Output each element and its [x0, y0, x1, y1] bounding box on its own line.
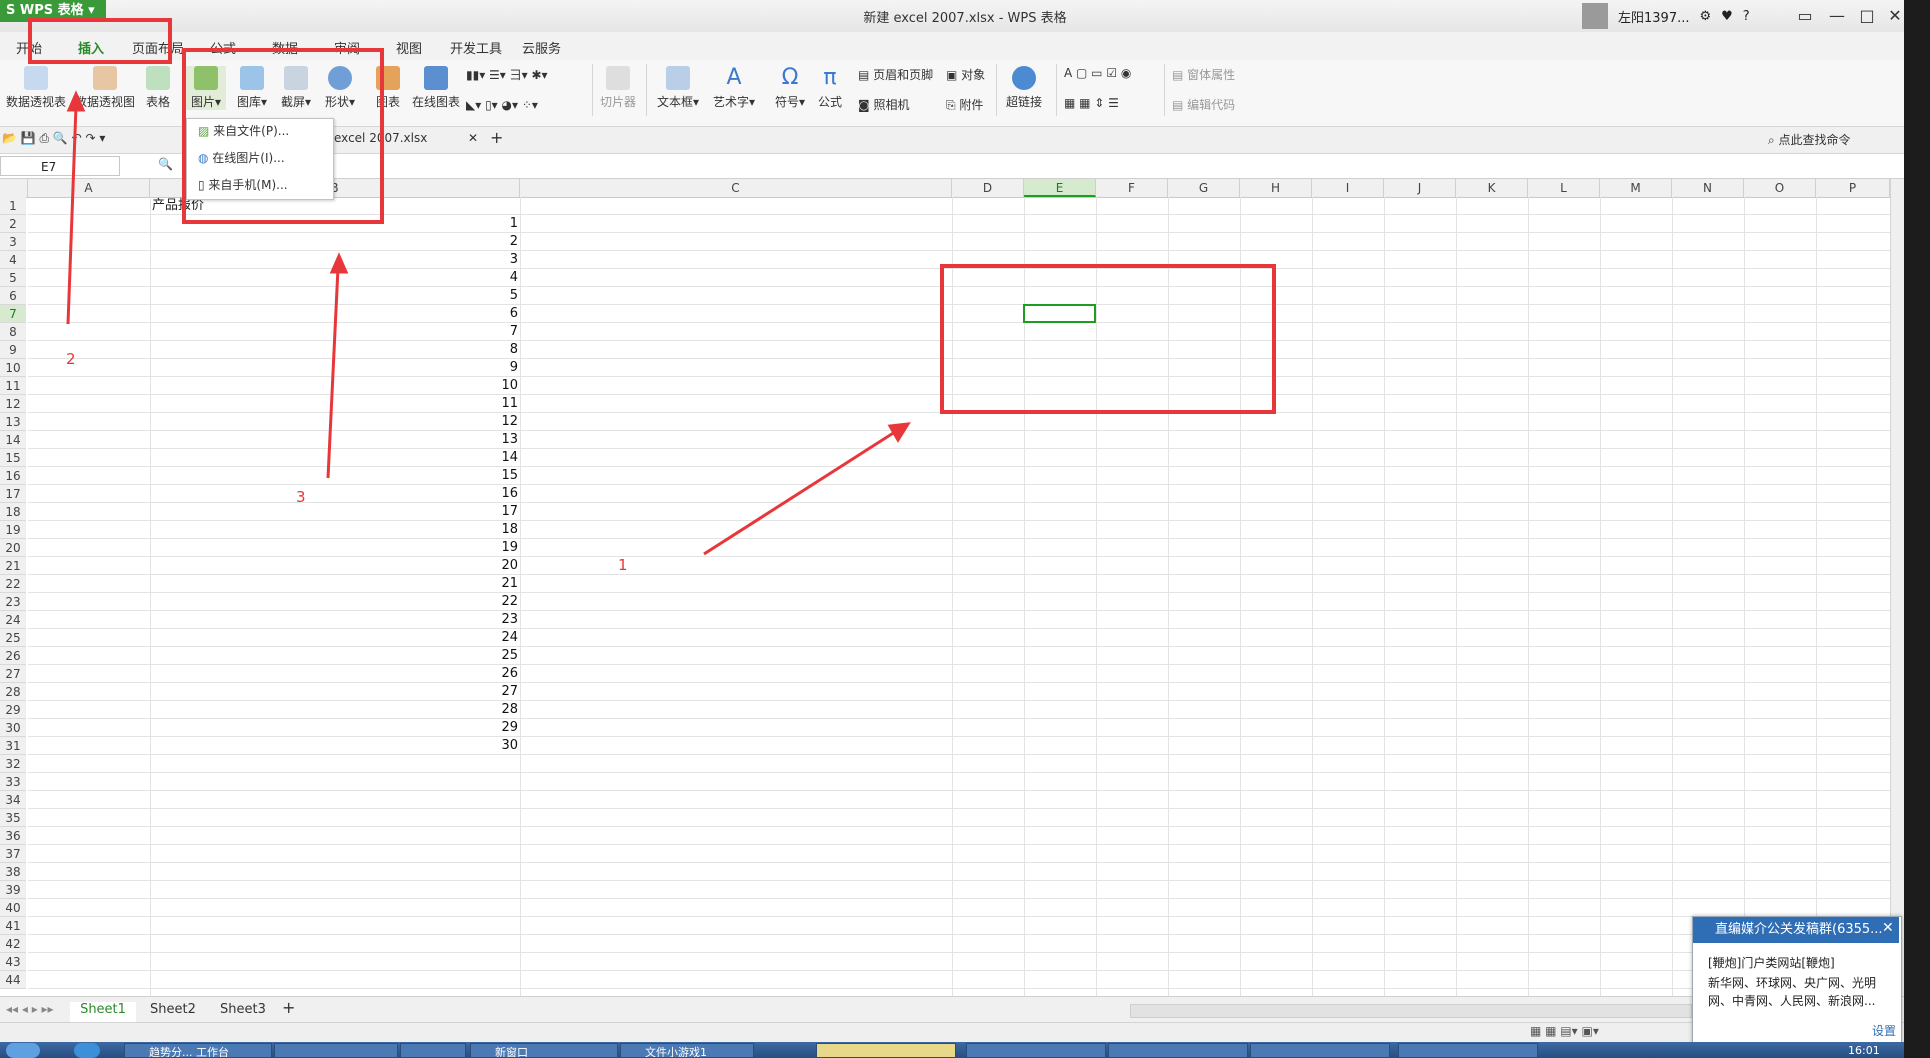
sheet-nav-arrows[interactable]: ◂◂ ◂ ▸ ▸▸ — [6, 1002, 54, 1016]
vertical-scrollbar[interactable] — [1890, 179, 1905, 996]
notification-line: [鞭炮]门户类网站[鞭炮] — [1708, 956, 1835, 970]
view-mode-icons[interactable]: ▦ ▦ ▤▾ ▣▾ — [1530, 1024, 1599, 1038]
arrow-2 — [66, 105, 78, 325]
annotation-number-1: 1 — [618, 556, 628, 574]
taskbar-item[interactable] — [1398, 1043, 1538, 1058]
taskbar-item[interactable] — [274, 1043, 398, 1058]
annotation-number-3: 3 — [296, 488, 306, 506]
arrow-2-head — [66, 90, 86, 112]
notification-line: 网、中青网、人民网、新浪网... — [1708, 994, 1876, 1008]
taskbar-item[interactable] — [966, 1043, 1106, 1058]
add-sheet-button[interactable]: + — [282, 998, 295, 1017]
sheet-tab-3[interactable]: Sheet3 — [220, 1002, 266, 1017]
arrow-1-head — [887, 422, 911, 443]
taskbar-item[interactable]: 文件小游戏1 — [620, 1043, 754, 1058]
sheet-tab-1[interactable]: Sheet1 — [70, 1002, 136, 1024]
arrow-3 — [326, 267, 340, 479]
annotation-number-2: 2 — [66, 350, 76, 368]
taskbar-item-active[interactable] — [816, 1043, 956, 1058]
start-button[interactable] — [6, 1043, 40, 1058]
browser-icon[interactable] — [74, 1043, 100, 1058]
notification-close-icon[interactable]: ✕ — [1882, 920, 1894, 936]
taskbar-item[interactable] — [1250, 1043, 1390, 1058]
taskbar-item[interactable] — [400, 1043, 466, 1058]
status-bar — [0, 1022, 1930, 1043]
horizontal-scrollbar[interactable] — [1130, 1004, 1692, 1018]
taskbar-item[interactable]: 新窗口 — [470, 1043, 618, 1058]
notification-title: 直编媒介公关发稿群(6355... — [1693, 917, 1899, 943]
sheet-tab-2[interactable]: Sheet2 — [150, 1002, 196, 1017]
desktop-edge — [1904, 0, 1930, 1058]
taskbar-item[interactable] — [1108, 1043, 1248, 1058]
taskbar-item[interactable]: 趋势分... 工作台 — [124, 1043, 272, 1058]
clock: 16:01 — [1848, 1044, 1880, 1057]
notification-line: 新华网、环球网、央广网、光明 — [1708, 976, 1877, 990]
annotation-arrows — [66, 90, 911, 556]
arrow-3-head — [329, 252, 349, 274]
arrow-1 — [703, 428, 899, 556]
notification-settings-link[interactable]: 设置 — [1872, 1022, 1896, 1039]
